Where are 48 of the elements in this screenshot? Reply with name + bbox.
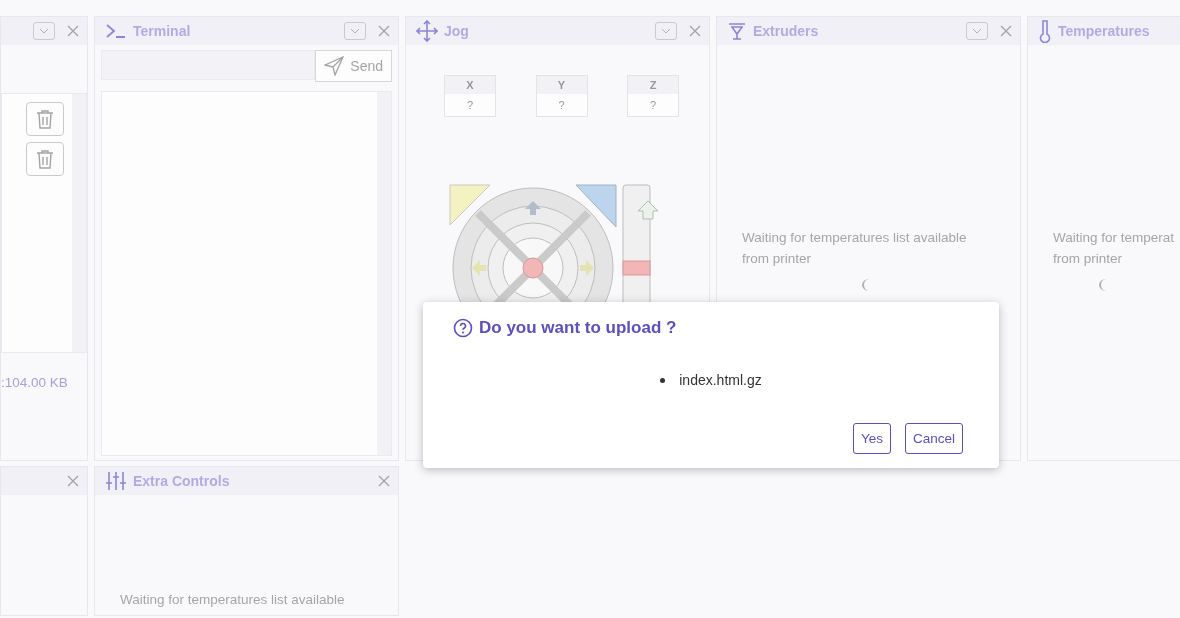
thermometer-icon	[1038, 19, 1052, 43]
collapse-button[interactable]	[344, 22, 366, 40]
panel-title: Extruders	[753, 23, 819, 39]
file-name: index.html.gz	[679, 372, 762, 388]
status-message: from printer	[1053, 250, 1124, 268]
close-icon[interactable]	[67, 475, 79, 487]
command-field[interactable]	[101, 50, 316, 80]
status-message: from printer	[742, 250, 813, 268]
panel-title: Extra Controls	[133, 473, 230, 489]
axis-value: ?	[465, 98, 475, 113]
paper-plane-icon	[324, 56, 345, 76]
chevron-icon	[972, 28, 982, 34]
axis-label: Y	[536, 76, 587, 94]
panel-title: Temperatures	[1058, 23, 1150, 39]
status-message: Waiting for temperatures list available	[120, 591, 346, 609]
chevron-icon	[39, 28, 49, 34]
collapse-button[interactable]	[966, 22, 988, 40]
close-icon[interactable]	[378, 25, 390, 37]
nozzle-icon	[727, 21, 747, 41]
delete-button[interactable]	[26, 102, 64, 136]
collapse-button[interactable]	[655, 22, 677, 40]
axis-value: ?	[557, 98, 566, 113]
size-text: :104.00 KB	[1, 374, 69, 390]
close-icon[interactable]	[378, 475, 390, 487]
trash-icon	[36, 109, 54, 129]
trash-icon	[36, 149, 54, 169]
axis-label: X	[445, 76, 495, 94]
question-icon	[453, 318, 473, 338]
status-message: Waiting for temperat	[1053, 229, 1175, 247]
status-message: Waiting for temperatures list available	[742, 229, 968, 247]
axis-label: Z	[628, 76, 678, 94]
axis-value: ?	[648, 98, 658, 113]
four-arrows-icon	[416, 20, 438, 42]
bullet	[660, 377, 666, 383]
collapse-button[interactable]	[33, 22, 55, 40]
confirm-button[interactable]: Yes	[852, 423, 891, 454]
delete-button[interactable]	[26, 142, 64, 176]
cancel-button[interactable]: Cancel	[904, 423, 963, 454]
close-icon[interactable]	[67, 25, 79, 37]
panel-title: Terminal	[133, 23, 191, 39]
sliders-icon	[105, 471, 127, 491]
close-icon[interactable]	[1000, 25, 1012, 37]
chevron-icon	[661, 28, 671, 34]
close-icon[interactable]	[689, 25, 701, 37]
panel-title: Jog	[444, 23, 469, 39]
dialog-title: Do you want to upload ?	[479, 318, 677, 338]
terminal-prompt-icon	[105, 23, 127, 39]
chevron-icon	[350, 28, 360, 34]
